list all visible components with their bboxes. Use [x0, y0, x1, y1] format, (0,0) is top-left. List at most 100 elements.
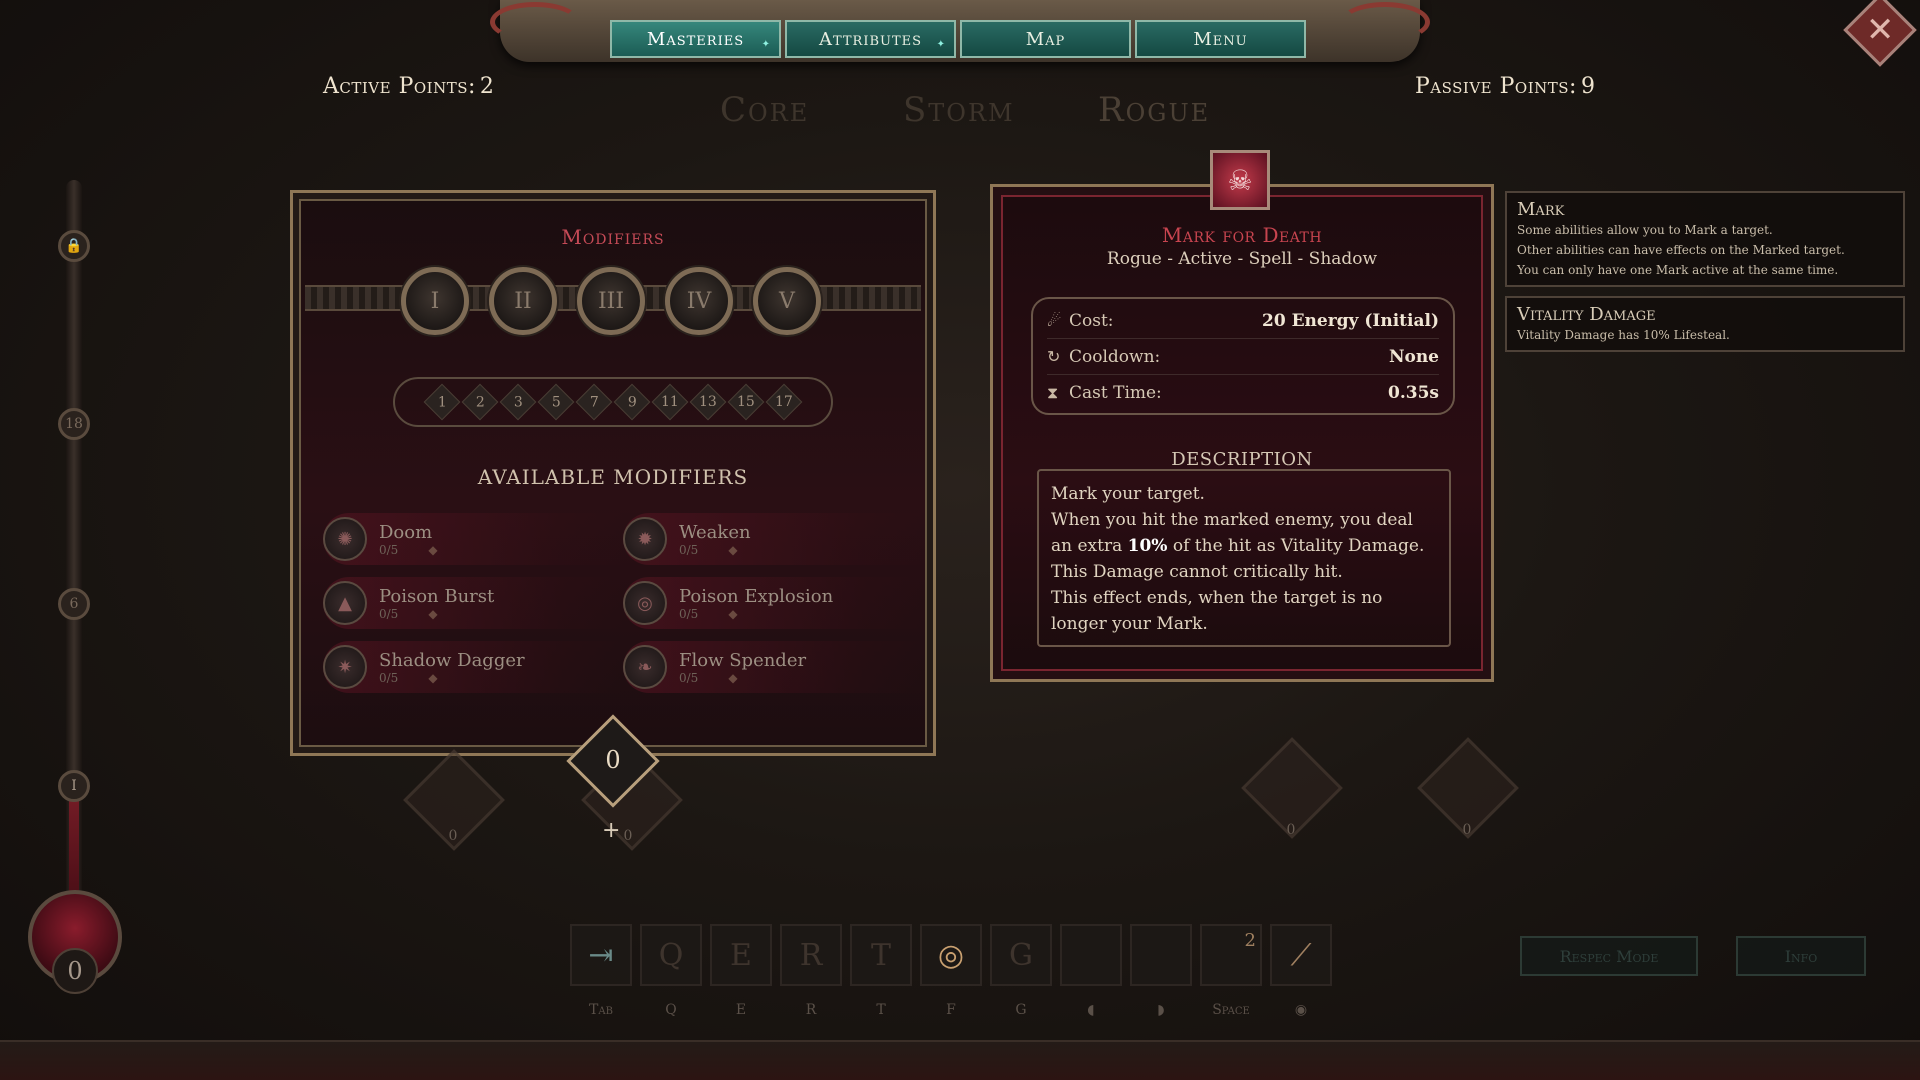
- modifier-weaken[interactable]: ✹ Weaken 0/5 ◆: [623, 513, 923, 565]
- key-space: Space: [1212, 1002, 1250, 1018]
- shadow-dagger-icon: ✷: [323, 645, 367, 689]
- tab-menu[interactable]: Menu: [1135, 20, 1306, 58]
- skill-detail-panel: Mark for Death Rogue - Active - Spell - …: [990, 184, 1494, 682]
- modifier-list: ✺ Doom 0/5 ◆ ✹ Weaken 0/5 ◆ ▲ Poison Burst 0/…: [323, 513, 923, 693]
- nav-ornament-left: [490, 2, 580, 42]
- hotbar-slot-r[interactable]: R: [780, 924, 842, 986]
- modifier-poison-burst[interactable]: ▲ Poison Burst 0/5 ◆: [323, 577, 623, 629]
- passive-points: Passive Points: 9: [1415, 74, 1595, 99]
- tier-medal-4[interactable]: IV: [665, 267, 733, 335]
- stat-cooldown: ↻ Cooldown: None: [1047, 339, 1439, 375]
- skill-title: Mark for Death: [1161, 223, 1323, 247]
- nav-tabs: Masteries ✦ Attributes ✦ Map Menu: [610, 20, 1306, 58]
- rank-marker: 3: [499, 383, 537, 421]
- skill-points-value: 0: [605, 746, 621, 774]
- tab-attributes[interactable]: Attributes ✦: [785, 20, 956, 58]
- hotbar-slot-tab[interactable]: ⇥: [570, 924, 632, 986]
- stat-cast-time: ⧗ Cast Time: 0.35s: [1047, 383, 1439, 403]
- hotbar: ⇥ Q E R T ◎ G 2 ⟋ Tab Q E R T F G ◖ ◗ Sp…: [560, 918, 1350, 1028]
- doom-icon: ✺: [323, 517, 367, 561]
- keyword-mark: Mark Some abilities allow you to Mark a …: [1505, 191, 1905, 287]
- rank-marker: 17: [765, 383, 803, 421]
- tab-map[interactable]: Map: [960, 20, 1131, 58]
- close-icon: ✕: [1865, 10, 1895, 50]
- cooldown-icon: ↻: [1047, 347, 1061, 366]
- tree-tab-core[interactable]: Core: [720, 90, 809, 130]
- mouse-right-icon: ◗: [1157, 1002, 1165, 1018]
- tab-masteries-label: Masteries: [646, 28, 745, 50]
- active-points-label: Active Points:: [323, 74, 476, 99]
- mouse-left-icon: ◖: [1087, 1002, 1095, 1018]
- modifier-poison-explosion[interactable]: ◎ Poison Explosion 0/5 ◆: [623, 577, 923, 629]
- active-points: Active Points: 2: [323, 74, 494, 99]
- skull-icon: ☠: [1210, 150, 1270, 210]
- mouse-middle-icon: ◉: [1294, 1002, 1308, 1018]
- key-q: Q: [665, 1002, 677, 1018]
- stat-cost: ☄ Cost: 20 Energy (Initial): [1047, 303, 1439, 339]
- rank-marker: 13: [689, 383, 727, 421]
- hotbar-slot-mouse-left[interactable]: [1060, 924, 1122, 986]
- track-node-6: 6: [58, 588, 90, 620]
- info-button[interactable]: Info: [1736, 936, 1866, 976]
- tab-menu-label: Menu: [1193, 28, 1248, 50]
- rank-marker: 1: [423, 383, 461, 421]
- flow-spender-icon: ❧: [623, 645, 667, 689]
- nav-ornament-right: [1340, 2, 1430, 42]
- skill-slot-count: 0: [448, 828, 458, 844]
- passive-points-label: Passive Points:: [1415, 74, 1577, 99]
- rank-marker: 15: [727, 383, 765, 421]
- description-title: DESCRIPTION: [1171, 449, 1313, 470]
- skill-slot-count: 0: [1286, 822, 1296, 838]
- track-node-18: 18: [58, 408, 90, 440]
- modifier-shadow-dagger[interactable]: ✷ Shadow Dagger 0/5 ◆: [323, 641, 623, 693]
- hotbar-slot-f[interactable]: ◎: [920, 924, 982, 986]
- mastery-orb-count: 0: [52, 948, 98, 994]
- modifiers-title: Modifiers: [561, 225, 665, 249]
- passive-points-value: 9: [1580, 74, 1596, 99]
- add-point-icon[interactable]: +: [602, 818, 620, 843]
- active-points-value: 2: [479, 74, 495, 99]
- skill-slot-count: 0: [1462, 822, 1472, 838]
- keyword-vitality-damage: Vitality Damage Vitality Damage has 10% …: [1505, 296, 1905, 352]
- rank-marker: 9: [613, 383, 651, 421]
- poison-burst-icon: ▲: [323, 581, 367, 625]
- tab-masteries[interactable]: Masteries ✦: [610, 20, 781, 58]
- tier-medal-2[interactable]: II: [489, 267, 557, 335]
- modifier-doom[interactable]: ✺ Doom 0/5 ◆: [323, 513, 623, 565]
- poison-explosion-icon: ◎: [623, 581, 667, 625]
- hotbar-slot-q[interactable]: Q: [640, 924, 702, 986]
- top-nav: Masteries ✦ Attributes ✦ Map Menu: [490, 0, 1430, 66]
- tier-medal-1[interactable]: I: [401, 267, 469, 335]
- lock-icon: 🔒: [58, 230, 90, 262]
- hotbar-slot-g[interactable]: G: [990, 924, 1052, 986]
- new-indicator-icon: ✦: [936, 39, 946, 50]
- hotbar-slot-mouse-middle[interactable]: ⟋: [1270, 924, 1332, 986]
- tree-tab-rogue[interactable]: Rogue: [1098, 90, 1210, 130]
- hotbar-slot-mouse-right[interactable]: [1130, 924, 1192, 986]
- key-tab: Tab: [589, 1002, 613, 1018]
- skill-tags: Rogue - Active - Spell - Shadow: [1106, 249, 1378, 269]
- level-track: 🔒 18 6 I: [58, 180, 90, 900]
- tier-row: I II III IV V: [401, 267, 821, 335]
- rank-bar: 1 2 3 5 7 9 11 13 15 17: [393, 377, 833, 427]
- hotbar-slot-space[interactable]: 2: [1200, 924, 1262, 986]
- hourglass-icon: ⧗: [1047, 383, 1059, 402]
- tree-tab-storm[interactable]: Storm: [903, 90, 1015, 130]
- key-e: E: [735, 1002, 747, 1018]
- rank-marker: 7: [575, 383, 613, 421]
- modifier-flow-spender[interactable]: ❧ Flow Spender 0/5 ◆: [623, 641, 923, 693]
- hotbar-slot-e[interactable]: E: [710, 924, 772, 986]
- close-button[interactable]: ✕: [1843, 0, 1917, 67]
- respec-mode-button[interactable]: Respec Mode: [1520, 936, 1698, 976]
- bottom-frame: [0, 1040, 1920, 1080]
- available-modifiers-title: AVAILABLE MODIFIERS: [477, 465, 749, 489]
- energy-icon: ☄: [1047, 311, 1062, 330]
- tab-attributes-label: Attributes: [818, 28, 923, 50]
- tab-map-label: Map: [1025, 28, 1066, 50]
- rank-marker: 2: [461, 383, 499, 421]
- hotbar-slot-t[interactable]: T: [850, 924, 912, 986]
- tier-medal-3[interactable]: III: [577, 267, 645, 335]
- rank-marker: 5: [537, 383, 575, 421]
- new-indicator-icon: ✦: [761, 39, 771, 50]
- tier-medal-5[interactable]: V: [753, 267, 821, 335]
